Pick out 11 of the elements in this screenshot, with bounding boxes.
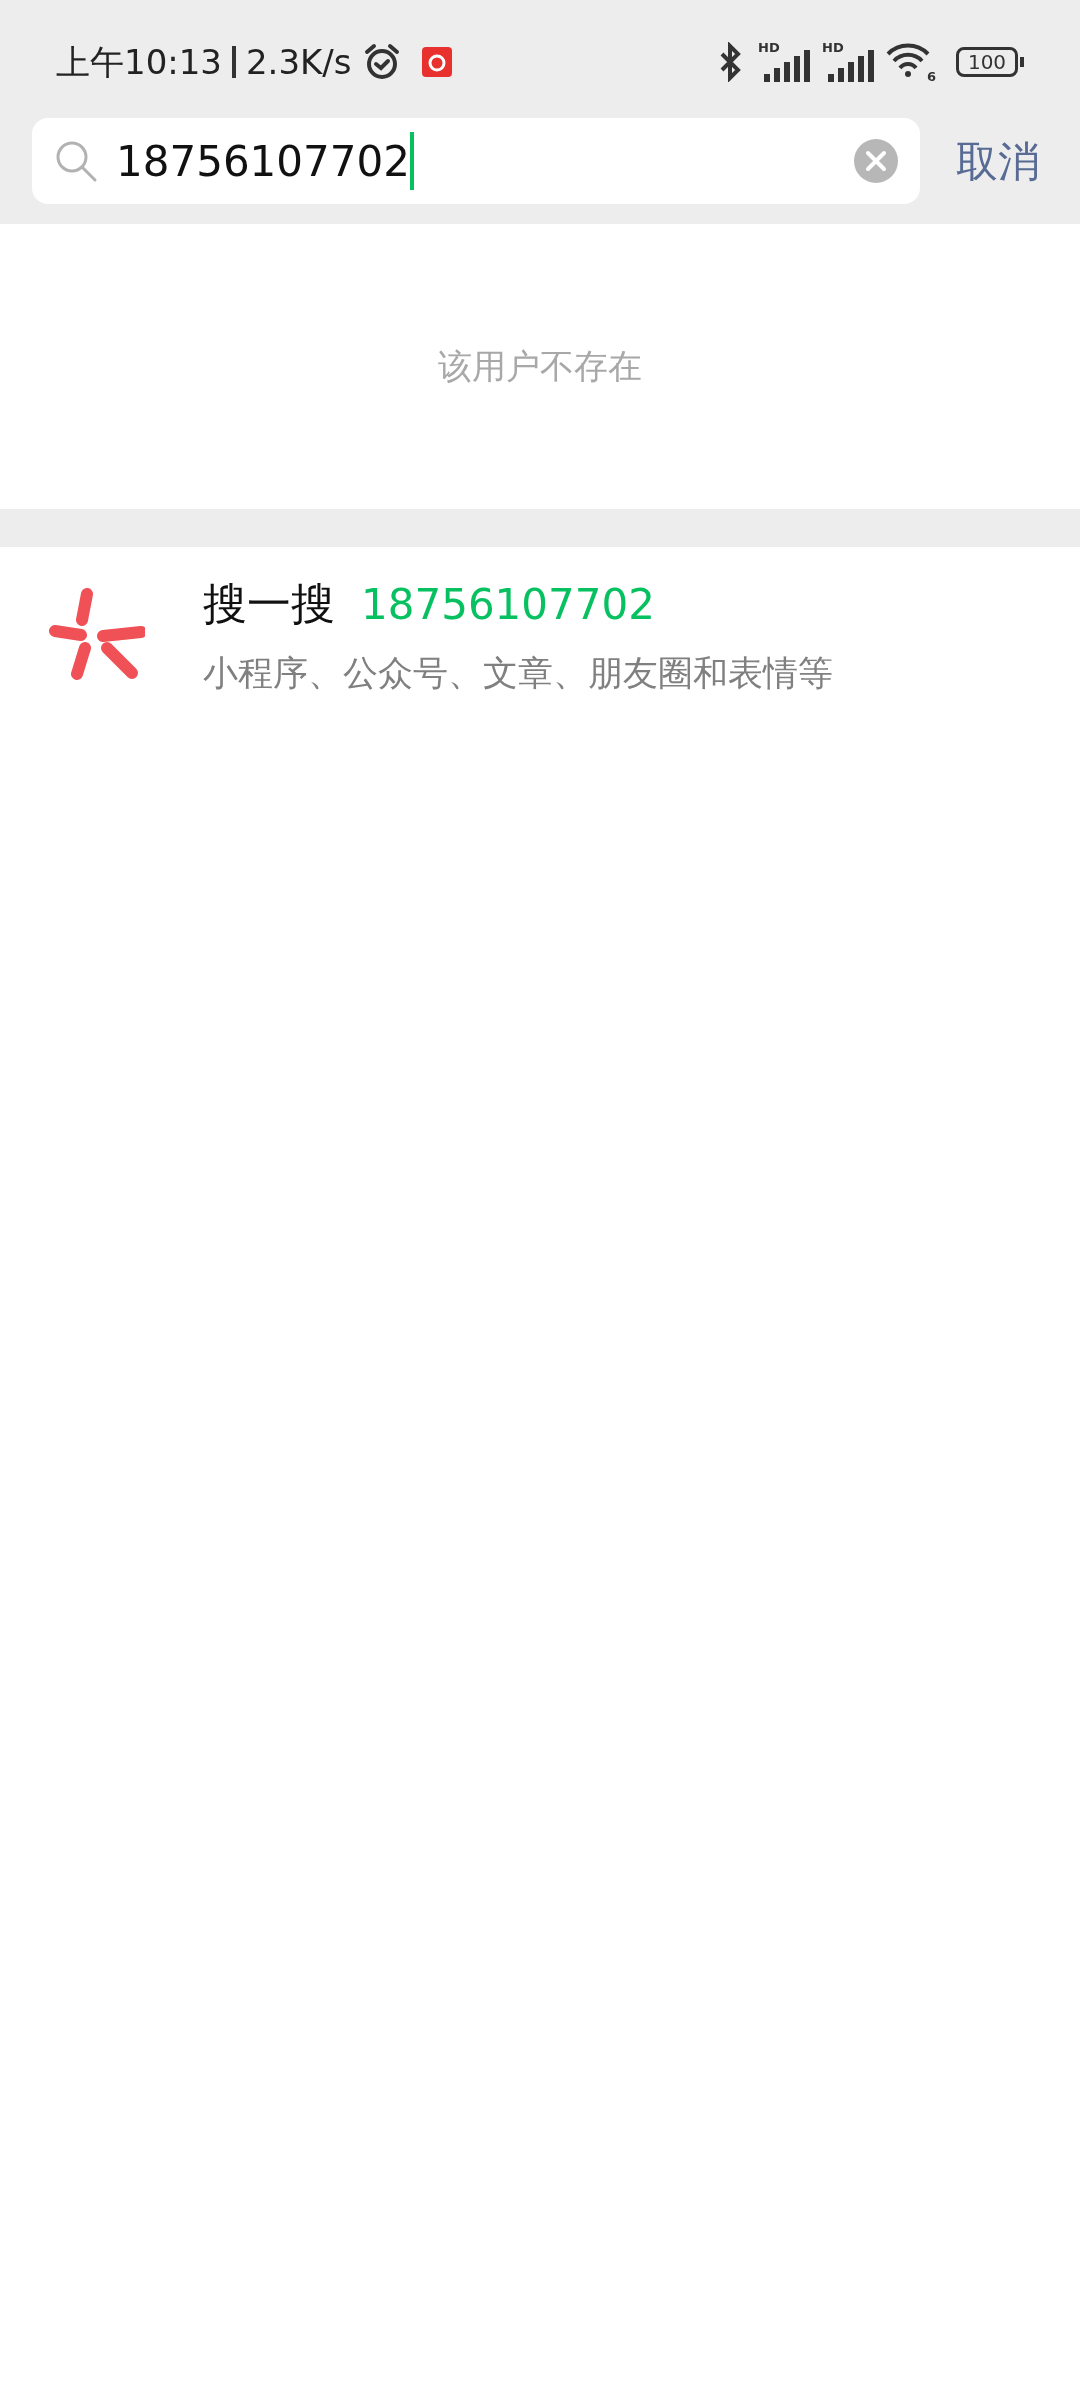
status-time: 上午10:13 (56, 40, 222, 84)
cancel-button[interactable]: 取消 (956, 129, 1040, 193)
clear-icon[interactable] (854, 139, 898, 183)
result-title: 搜一搜 (203, 577, 335, 632)
app-notification-icon (421, 47, 452, 77)
search-icon (54, 139, 98, 183)
network-speed: 2.3K/s (246, 40, 352, 84)
result-subtitle: 小程序、公众号、文章、朋友圈和表情等 (203, 652, 833, 696)
result-query: 18756107702 (361, 578, 655, 631)
search-field[interactable]: 18756107702 (32, 118, 920, 204)
not-found-message: 该用户不存在 (438, 345, 642, 388)
